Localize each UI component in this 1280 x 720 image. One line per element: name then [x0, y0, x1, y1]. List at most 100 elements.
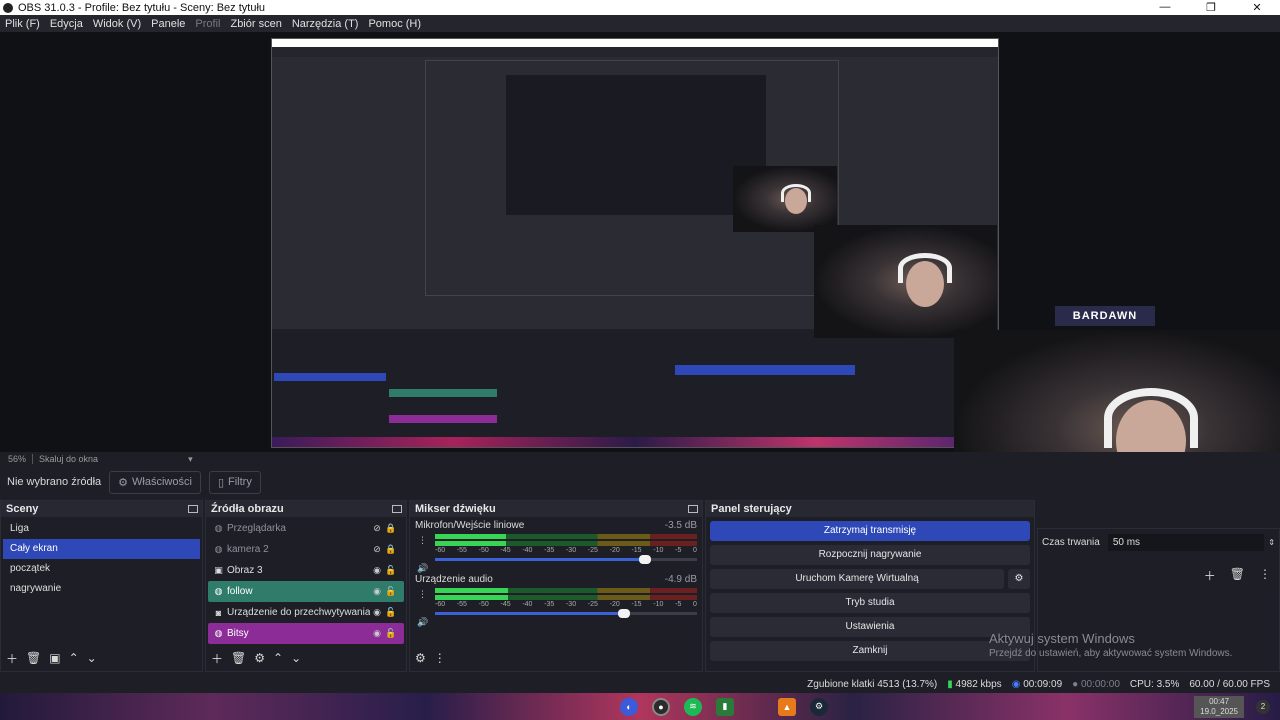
steam-icon[interactable]: ⚙: [810, 697, 828, 716]
lock-icon[interactable]: 🔓: [384, 628, 398, 639]
transition-menu-icon[interactable]: ⋮: [1259, 567, 1271, 584]
preview-canvas[interactable]: BARDAWN BARDAWN BARDAWN: [0, 32, 1280, 452]
add-transition-icon[interactable]: ＋: [1204, 567, 1216, 584]
chevron-down-icon[interactable]: ▾: [188, 454, 193, 465]
menu-docks[interactable]: Panele: [151, 18, 185, 30]
lock-icon[interactable]: 🔒: [384, 523, 398, 534]
lock-icon[interactable]: 🔓: [384, 607, 398, 618]
slider-fill: [435, 612, 624, 615]
filter-icon: ▯: [217, 476, 224, 489]
scene-item-poczatek[interactable]: początek: [3, 559, 200, 579]
system-tray: 00:47 19.0_2025 2: [1194, 695, 1280, 718]
track-name: Urządzenie audio: [415, 574, 493, 585]
remove-transition-icon[interactable]: 🗑: [1230, 567, 1245, 584]
eye-icon[interactable]: ◉: [370, 565, 384, 576]
source-properties-icon[interactable]: ⚙: [254, 651, 265, 665]
source-item-selected[interactable]: ◍ follow ◉ 🔓: [208, 581, 404, 602]
scale-tick: -60: [435, 601, 446, 608]
filters-button[interactable]: ▯ Filtry: [208, 470, 261, 494]
start-virtual-camera-button[interactable]: Uruchom Kamerę Wirtualną: [710, 569, 1004, 589]
scene-item-caly-ekran[interactable]: Cały ekran: [3, 539, 200, 559]
volume-slider[interactable]: [435, 555, 697, 564]
launcher-icon[interactable]: ▲: [778, 697, 796, 716]
source-item[interactable]: ▣ Obraz 3 ◉ 🔓: [208, 560, 404, 581]
gear-icon[interactable]: ⚙: [1008, 569, 1030, 589]
scale-tick: -40: [522, 547, 533, 554]
add-source-icon[interactable]: ＋: [211, 650, 223, 667]
clock[interactable]: 00:47 19.0_2025: [1194, 695, 1244, 718]
exit-button[interactable]: Zamknij: [710, 641, 1030, 661]
menu-edit[interactable]: Edycja: [50, 18, 83, 30]
slider-knob[interactable]: [617, 609, 630, 618]
source-label: Urządzenie do przechwytywania v: [227, 607, 370, 618]
undock-icon[interactable]: [188, 505, 198, 513]
source-item[interactable]: ◙ Urządzenie do przechwytywania v ◉ 🔓: [208, 602, 404, 623]
properties-button[interactable]: ⚙ Właściwości: [109, 470, 201, 494]
undock-icon[interactable]: [392, 505, 402, 513]
eye-icon[interactable]: ◉: [370, 607, 384, 618]
studio-mode-button[interactable]: Tryb studia: [710, 593, 1030, 613]
scene-item-nagrywanie[interactable]: nagrywanie: [3, 579, 200, 599]
eye-icon[interactable]: ◉: [370, 586, 384, 597]
settings-button[interactable]: Ustawienia: [710, 617, 1030, 637]
scenes-toolbar: ＋ 🗑 ▣ ⌃ ⌄: [1, 649, 97, 667]
visibility-hidden-icon[interactable]: ⊘: [370, 544, 384, 555]
move-down-icon[interactable]: ⌄: [87, 651, 97, 665]
lock-icon[interactable]: 🔓: [384, 565, 398, 576]
controls-dock: Panel sterujący Zatrzymaj transmisję Roz…: [705, 500, 1035, 672]
advanced-audio-icon[interactable]: ⚙: [415, 651, 426, 665]
transitions-toolbar: ＋ 🗑 ⋮: [1204, 567, 1271, 584]
zoom-mode-select[interactable]: Skaluj do okna: [39, 454, 98, 464]
speaker-icon[interactable]: 🔊: [417, 617, 428, 628]
app-icon[interactable]: ▮: [716, 697, 734, 716]
start-recording-button[interactable]: Rozpocznij nagrywanie: [710, 545, 1030, 565]
stop-streaming-button[interactable]: Zatrzymaj transmisję: [710, 521, 1030, 541]
menu-help[interactable]: Pomoc (H): [368, 18, 421, 30]
lock-icon[interactable]: 🔓: [384, 586, 398, 597]
mixer-menu-icon[interactable]: ⋮: [434, 651, 446, 665]
spinner-icon[interactable]: ⇕: [1268, 538, 1275, 547]
overlay-banner: BARDAWN: [1055, 306, 1155, 326]
obs-icon[interactable]: ●: [652, 697, 670, 716]
move-down-icon[interactable]: ⌄: [291, 651, 301, 665]
source-item[interactable]: ◍ kamera 2 ⊘ 🔒: [208, 539, 404, 560]
scale-tick: -20: [609, 547, 620, 554]
source-item[interactable]: ◍ Przeglądarka ⊘ 🔒: [208, 518, 404, 539]
volume-slider[interactable]: [435, 609, 697, 618]
track-menu-icon[interactable]: ⋮: [418, 589, 427, 600]
remove-source-icon[interactable]: 🗑: [231, 651, 246, 665]
discord-icon[interactable]: ◐: [620, 697, 638, 716]
volume-meter: [435, 534, 697, 539]
move-up-icon[interactable]: ⌃: [273, 651, 283, 665]
undock-icon[interactable]: [688, 505, 698, 513]
spotify-icon[interactable]: ≋: [684, 697, 702, 716]
menu-scene-collection[interactable]: Zbiór scen: [230, 18, 281, 30]
eye-icon[interactable]: ◉: [370, 628, 384, 639]
move-up-icon[interactable]: ⌃: [69, 651, 79, 665]
slider-knob[interactable]: [638, 555, 651, 564]
meter-level: [435, 588, 509, 593]
lock-icon[interactable]: 🔒: [384, 544, 398, 555]
menu-tools[interactable]: Narzędzia (T): [292, 18, 359, 30]
menu-view[interactable]: Widok (V): [93, 18, 141, 30]
scale-tick: -15: [631, 547, 642, 554]
minimize-button[interactable]: —: [1142, 1, 1188, 14]
visibility-hidden-icon[interactable]: ⊘: [370, 523, 384, 534]
window-title: OBS 31.0.3 - Profile: Bez tytułu - Sceny…: [18, 1, 266, 14]
webcam-preview-large: BARDAWN: [954, 330, 1280, 452]
scene-filters-icon[interactable]: ▣: [49, 651, 60, 665]
close-button[interactable]: ✕: [1234, 1, 1280, 14]
mixer-track-desktop: Urządzenie audio -4.9 dB ⋮ -60 -55 -50 -45-…: [410, 571, 702, 627]
source-item[interactable]: ◍ Bitsy ◉ 🔓: [208, 623, 404, 644]
track-menu-icon[interactable]: ⋮: [418, 535, 427, 546]
scene-item-liga[interactable]: Liga: [3, 519, 200, 539]
add-scene-icon[interactable]: ＋: [6, 650, 18, 667]
scale-tick: 0: [693, 601, 697, 608]
source-label: Przeglądarka: [227, 523, 286, 534]
notification-badge[interactable]: 2: [1256, 699, 1270, 714]
scale-tick: -40: [522, 601, 533, 608]
menu-file[interactable]: Plik (F): [5, 18, 40, 30]
maximize-button[interactable]: ❐: [1188, 1, 1234, 14]
duration-input[interactable]: 50 ms: [1107, 534, 1265, 551]
remove-scene-icon[interactable]: 🗑: [26, 651, 41, 665]
